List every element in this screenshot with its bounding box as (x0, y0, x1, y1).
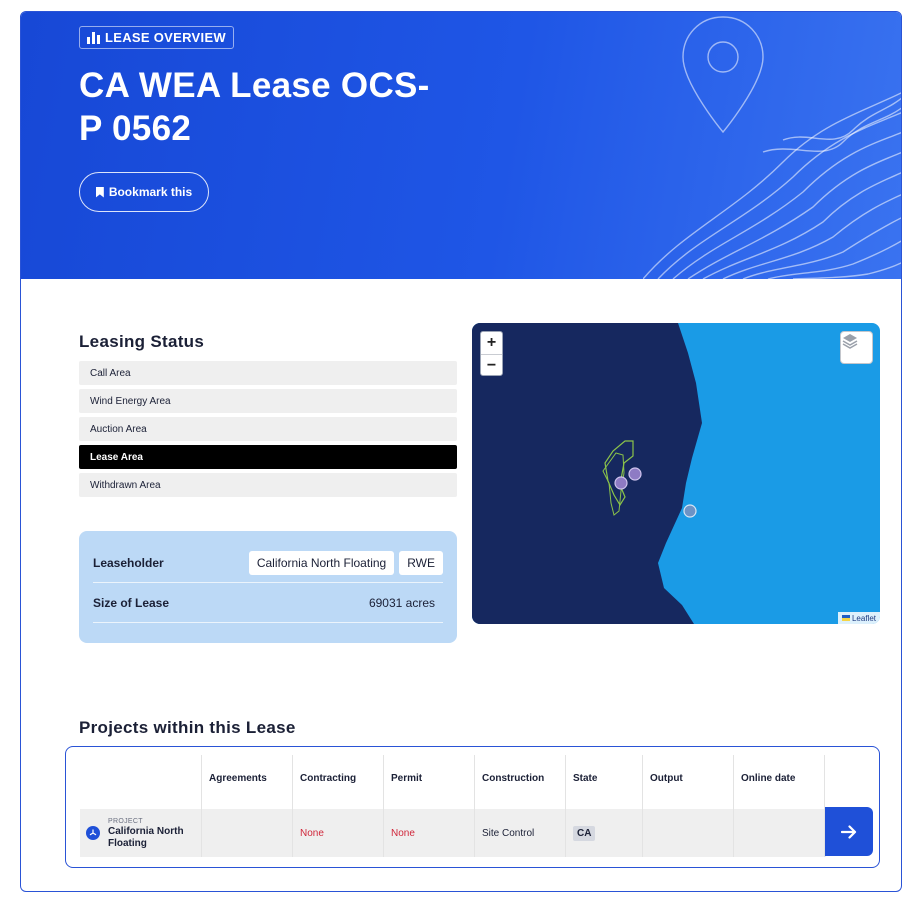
project-marker[interactable] (628, 467, 642, 481)
column-header-output: Output (650, 773, 683, 784)
bar-chart-icon (87, 31, 100, 44)
project-marker[interactable] (614, 476, 628, 490)
project-type-label: PROJECT (108, 817, 143, 825)
lease-page: LEASE OVERVIEW CA WEA Lease OCS- P 0562 … (20, 11, 902, 892)
page-title-line-2: P 0562 (79, 109, 192, 148)
attribution-link[interactable]: Leaflet (852, 614, 876, 623)
layers-icon (842, 334, 858, 349)
zoom-in-button[interactable]: + (481, 332, 502, 354)
wind-turbine-icon (86, 826, 100, 840)
cell-agreements (201, 809, 292, 857)
cell-online-date (733, 809, 824, 857)
column-header-agreements: Agreements (209, 773, 267, 784)
leaseholder-tags: California North Floating RWE (248, 550, 443, 575)
map-pin-pattern-decoration (643, 16, 901, 279)
column-header-contracting: Contracting (300, 773, 357, 784)
projects-heading: Projects within this Lease (79, 718, 296, 737)
column-header-state: State (573, 773, 598, 784)
state-badge: CA (573, 825, 596, 841)
zoom-out-button[interactable]: − (481, 354, 502, 376)
cell-construction: Site Control (482, 827, 535, 839)
status-item-auction-area: Auction Area (79, 417, 457, 441)
map-canvas[interactable] (472, 323, 880, 624)
leaseholder-label: Leaseholder (93, 555, 164, 570)
page-title-line-1: CA WEA Lease OCS- (79, 66, 430, 105)
bookmark-icon (95, 186, 104, 198)
cell-contracting: None (300, 827, 324, 839)
cell-state: CA (565, 809, 642, 857)
status-item-wind-energy-area: Wind Energy Area (79, 389, 457, 413)
leaseholder-row: Leaseholder California North Floating RW… (93, 543, 443, 583)
hero-banner: LEASE OVERVIEW CA WEA Lease OCS- P 0562 … (21, 12, 901, 279)
leasing-status-list: Call Area Wind Energy Area Auction Area … (79, 361, 457, 501)
lease-info-card: Leaseholder California North Floating RW… (79, 531, 457, 643)
lease-size-value: 69031 acres (368, 595, 435, 610)
status-item-withdrawn-area: Withdrawn Area (79, 473, 457, 497)
status-item-call-area: Call Area (79, 361, 457, 385)
layers-button[interactable] (840, 331, 873, 364)
page-title: CA WEA Lease OCS- P 0562 (79, 64, 479, 150)
map-attribution[interactable]: Leaflet (837, 612, 880, 624)
bookmark-button[interactable]: Bookmark this (79, 172, 209, 212)
column-header-online-date: Online date (741, 773, 796, 784)
map-marker[interactable] (683, 504, 697, 518)
lease-overview-chip: LEASE OVERVIEW (79, 26, 234, 49)
cell-permit: None (391, 827, 415, 839)
cell-output (642, 809, 733, 857)
column-header-permit: Permit (391, 773, 423, 784)
zoom-control: + − (480, 331, 503, 376)
lease-size-label: Size of Lease (93, 595, 170, 610)
projects-table: Agreements Contracting Permit Constructi… (65, 746, 880, 868)
lease-size-row: Size of Lease 69031 acres (93, 583, 443, 623)
status-item-lease-area: Lease Area (79, 445, 457, 469)
open-project-button[interactable] (825, 807, 873, 856)
arrow-right-icon (841, 824, 857, 839)
leaseholder-tag[interactable]: RWE (399, 550, 443, 575)
ukraine-flag-icon (841, 615, 850, 621)
project-name[interactable]: California North Floating (108, 826, 201, 850)
lease-map[interactable]: + − Leaflet (472, 323, 880, 624)
bookmark-label: Bookmark this (108, 185, 193, 199)
column-header-construction: Construction (482, 773, 545, 784)
leasing-status-heading: Leasing Status (79, 332, 205, 351)
chip-label: LEASE OVERVIEW (105, 30, 226, 45)
leaseholder-tag[interactable]: California North Floating (248, 550, 395, 575)
project-name-cell[interactable]: PROJECT California North Floating (80, 809, 201, 857)
